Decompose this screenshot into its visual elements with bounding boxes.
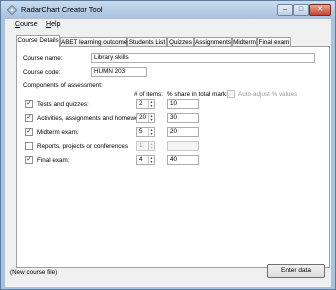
items-column-header: # of items: [134, 91, 164, 98]
midterm-share-input[interactable]: 20 [167, 127, 199, 137]
course-name-label: Course name: [23, 55, 63, 62]
tests-quizzes-checkbox[interactable]: ✓ [25, 100, 33, 108]
final-exam-checkbox[interactable]: ✓ [25, 156, 33, 164]
app-window: RadarChart Creator Tool – □ ✕ Course Hel… [0, 0, 336, 290]
auto-adjust-checkbox[interactable] [227, 90, 235, 98]
final-exam-share-input[interactable]: 40 [167, 155, 199, 165]
tests-quizzes-label: Tests and quizzes: [37, 101, 89, 108]
enter-data-button[interactable]: Enter data [267, 264, 325, 278]
window-title: RadarChart Creator Tool [21, 5, 103, 14]
final-exam-label: Final exam: [37, 157, 70, 164]
stepper-down-icon[interactable]: ▼ [149, 146, 154, 150]
radar-chart-icon [7, 5, 17, 15]
status-text: (New course file) [10, 269, 58, 276]
auto-adjust-label: Auto-adjust % values [238, 91, 298, 98]
stepper-down-icon[interactable]: ▼ [149, 118, 154, 122]
maximize-button[interactable]: □ [293, 4, 309, 16]
activities-items-stepper[interactable]: 20 ▲ ▼ [136, 113, 155, 123]
menu-bar: Course Help [5, 19, 331, 31]
title-bar[interactable]: RadarChart Creator Tool – □ ✕ [1, 1, 335, 19]
stepper-down-icon[interactable]: ▼ [149, 132, 154, 136]
menu-help[interactable]: Help [46, 21, 60, 28]
minimize-icon: – [283, 6, 287, 13]
maximize-icon: □ [298, 6, 304, 13]
close-icon: ✕ [317, 6, 323, 13]
midterm-label: Midterm exam: [37, 129, 79, 136]
activities-label: Activities, assignments and homeworks: [37, 115, 149, 122]
stepper-down-icon[interactable]: ▼ [149, 160, 154, 164]
tab-course-details[interactable]: Course Details [16, 35, 60, 47]
final-exam-items-stepper[interactable]: 4 ▲ ▼ [136, 155, 155, 165]
course-code-input[interactable]: HUMN 203 [91, 67, 147, 77]
stepper-down-icon[interactable]: ▼ [149, 104, 154, 108]
activities-share-input[interactable]: 30 [167, 113, 199, 123]
course-name-input[interactable]: Library skills [91, 53, 315, 63]
reports-checkbox[interactable] [25, 142, 33, 150]
menu-course[interactable]: Course [15, 21, 38, 28]
components-header: Components of assessment: [23, 82, 103, 89]
midterm-checkbox[interactable]: ✓ [25, 128, 33, 136]
tests-quizzes-share-input[interactable]: 10 [167, 99, 199, 109]
share-column-header: % share in total mark: [167, 91, 228, 98]
reports-label: Reports, projects or conferences [37, 143, 128, 150]
course-code-label: Course code: [23, 69, 61, 76]
activities-checkbox[interactable]: ✓ [25, 114, 33, 122]
midterm-items-stepper[interactable]: 5 ▲ ▼ [136, 127, 155, 137]
course-details-panel: Course name: Library skills Course code:… [16, 46, 330, 268]
minimize-button[interactable]: – [277, 4, 293, 16]
reports-items-stepper[interactable]: 1 ▲ ▼ [136, 141, 155, 151]
reports-share-input[interactable] [167, 141, 199, 151]
tests-quizzes-items-stepper[interactable]: 2 ▲ ▼ [136, 99, 155, 109]
client-area: Course Help Course Details ABET learning… [5, 19, 331, 287]
close-button[interactable]: ✕ [309, 4, 331, 16]
